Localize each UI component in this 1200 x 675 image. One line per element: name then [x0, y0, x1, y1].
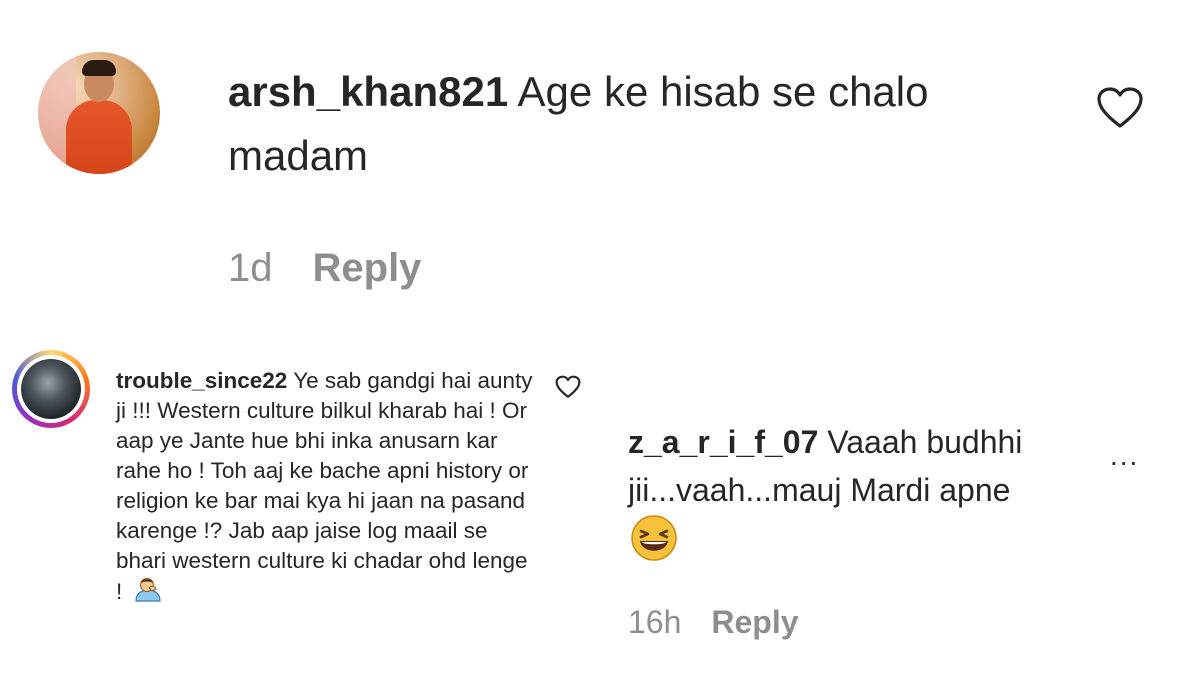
timestamp: 1d: [228, 246, 273, 290]
person-facepalming-emoji-icon: [133, 576, 163, 610]
comment-body: trouble_since22 Ye sab gandgi hai aunty …: [116, 366, 536, 610]
avatar[interactable]: [21, 359, 81, 419]
heart-icon[interactable]: [555, 375, 581, 399]
grinning-squinting-face-emoji-icon: [631, 515, 677, 561]
avatar[interactable]: [38, 52, 160, 174]
username-link[interactable]: trouble_since22: [116, 368, 287, 393]
username-link[interactable]: arsh_khan821: [228, 68, 508, 115]
comment-meta: 1d Reply: [228, 246, 421, 291]
comment-body: z_a_r_i_f_07 Vaaah budhhi jii...vaah...m…: [628, 418, 1108, 514]
username-link[interactable]: z_a_r_i_f_07: [628, 424, 818, 460]
comment-text-line-1: Vaaah budhhi: [827, 424, 1023, 460]
comment-body: arsh_khan821 Age ke hisab se chalo madam: [228, 60, 1028, 188]
heart-icon[interactable]: [1096, 86, 1144, 130]
more-options-icon[interactable]: ...: [1110, 440, 1139, 472]
reply-button[interactable]: Reply: [313, 246, 422, 290]
comment-text-line-2: jii...vaah...mauj Mardi apne: [628, 472, 1011, 508]
comment-meta: 16h Reply: [628, 604, 799, 641]
comment-text: Ye sab gandgi hai aunty ji !!! Western c…: [116, 368, 533, 604]
timestamp: 16h: [628, 604, 682, 640]
reply-button[interactable]: Reply: [711, 604, 798, 640]
